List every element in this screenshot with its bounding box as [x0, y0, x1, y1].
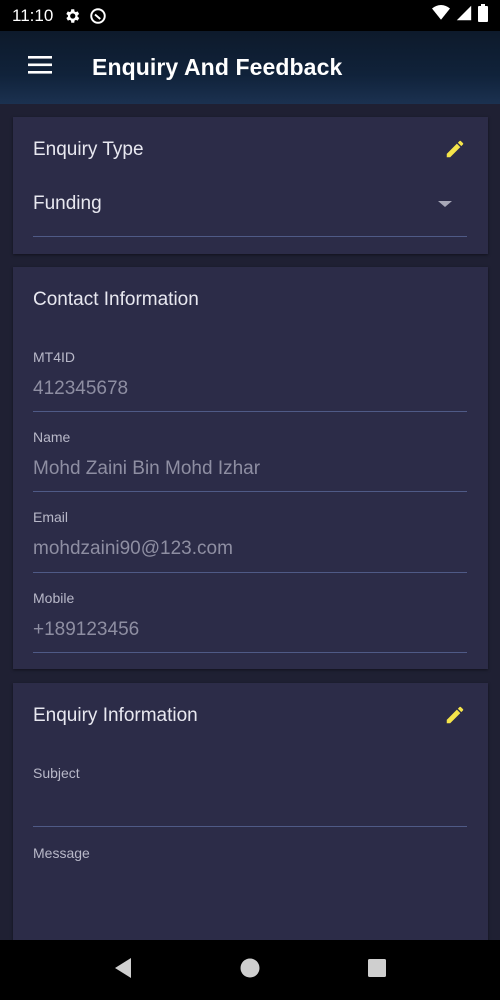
subject-underline	[33, 826, 467, 827]
mobile-label: Mobile	[33, 590, 75, 606]
main-content[interactable]: Enquiry Type Funding Contact Information…	[0, 104, 500, 940]
name-underline	[33, 491, 467, 492]
message-input[interactable]	[33, 871, 467, 940]
contact-info-title: Contact Information	[33, 289, 199, 310]
enquiry-type-title: Enquiry Type	[33, 139, 144, 160]
subject-label: Subject	[33, 765, 80, 781]
status-bar: 11:10	[0, 0, 500, 31]
home-icon	[240, 958, 260, 983]
subject-input[interactable]	[33, 791, 467, 821]
mobile-field: +189123456	[33, 619, 140, 640]
pencil-icon[interactable]	[444, 138, 468, 162]
status-time: 11:10	[12, 5, 54, 25]
contact-info-card: Contact Information MT4ID 412345678 Name…	[13, 267, 488, 669]
mt4id-field: 412345678	[33, 378, 129, 399]
status-right-icons	[432, 4, 488, 27]
battery-icon	[478, 4, 488, 27]
hamburger-menu-icon	[28, 56, 52, 79]
name-field: Mohd Zaini Bin Mohd Izhar	[33, 458, 261, 479]
page-title: Enquiry And Feedback	[92, 54, 343, 80]
name-label: Name	[33, 429, 71, 445]
do-not-disturb-icon	[89, 7, 107, 25]
home-button[interactable]	[230, 950, 270, 990]
recents-icon	[367, 958, 386, 982]
app-bar: Enquiry And Feedback	[0, 31, 500, 104]
back-icon	[113, 957, 133, 984]
mt4id-label: MT4ID	[33, 349, 75, 365]
signal-icon	[456, 5, 472, 26]
wifi-icon	[432, 5, 450, 26]
recents-button[interactable]	[357, 950, 397, 990]
mt4id-underline	[33, 411, 467, 412]
system-nav-bar	[0, 940, 500, 1000]
enquiry-info-title: Enquiry Information	[33, 705, 198, 726]
enquiry-type-card: Enquiry Type Funding	[13, 117, 488, 254]
message-label: Message	[33, 845, 90, 861]
gear-icon	[63, 7, 81, 25]
mobile-underline	[33, 652, 467, 653]
chevron-down-icon	[438, 201, 452, 207]
email-field: mohdzaini90@123.com	[33, 538, 233, 559]
menu-button[interactable]	[0, 31, 80, 104]
email-underline	[33, 572, 467, 573]
email-label: Email	[33, 509, 69, 525]
select-underline	[33, 236, 467, 237]
pencil-icon[interactable]	[444, 704, 468, 728]
enquiry-info-card: Enquiry Information Subject Message	[13, 683, 488, 940]
enquiry-type-value: Funding	[33, 193, 102, 214]
back-button[interactable]	[103, 950, 143, 990]
